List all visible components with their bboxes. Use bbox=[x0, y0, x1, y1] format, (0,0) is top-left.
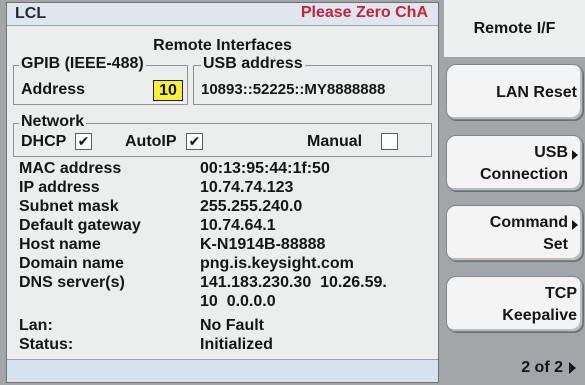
command-set-button[interactable]: Command Set bbox=[446, 205, 583, 261]
detail-value: 255.255.240.0 bbox=[200, 198, 303, 215]
submenu-arrow-icon bbox=[572, 220, 578, 230]
usb-legend: USB address bbox=[201, 55, 305, 72]
tcp-keepalive-button[interactable]: TCP Keepalive bbox=[446, 276, 583, 332]
gpib-legend: GPIB (IEEE-488) bbox=[19, 55, 146, 72]
gpib-address-field[interactable]: 10 bbox=[153, 80, 183, 101]
detail-label: MAC address bbox=[19, 160, 122, 177]
detail-label: Default gateway bbox=[19, 217, 141, 234]
detail-value: 10 0.0.0.0 bbox=[200, 293, 276, 310]
detail-value: png.is.keysight.com bbox=[200, 255, 354, 272]
autoip-label: AutoIP bbox=[125, 133, 177, 150]
manual-label: Manual bbox=[307, 133, 363, 150]
softkey-menu-title: Remote I/F bbox=[444, 0, 585, 57]
detail-label: DNS server(s) bbox=[19, 274, 125, 291]
detail-value: Initialized bbox=[200, 336, 273, 353]
tcp-keepalive-label-1: TCP bbox=[545, 285, 577, 302]
detail-value: No Fault bbox=[200, 317, 264, 334]
detail-label: IP address bbox=[19, 179, 100, 196]
detail-value: 10.74.74.123 bbox=[200, 179, 294, 196]
detail-value: 10.74.64.1 bbox=[200, 217, 276, 234]
status-bar: LCL Please Zero ChA bbox=[7, 3, 438, 26]
detail-value: 00:13:95:44:1f:50 bbox=[200, 160, 330, 177]
usb-connection-label-2: Connection bbox=[480, 166, 568, 183]
local-mode-indicator: LCL bbox=[15, 5, 47, 22]
softkey-panel: Remote I/F LAN Reset USB Connection Comm… bbox=[444, 0, 585, 385]
command-set-label-1: Command bbox=[489, 214, 568, 231]
next-page-arrow-icon[interactable] bbox=[569, 362, 576, 374]
status-message: Please Zero ChA bbox=[300, 4, 428, 21]
autoip-checkbox[interactable]: ✔ bbox=[186, 133, 203, 150]
detail-value: 141.183.230.30 10.26.59. bbox=[200, 274, 387, 291]
submenu-arrow-icon bbox=[572, 150, 578, 160]
usb-connection-button[interactable]: USB Connection bbox=[446, 135, 583, 191]
lan-reset-button[interactable]: LAN Reset bbox=[446, 64, 583, 120]
dhcp-checkbox[interactable]: ✔ bbox=[75, 133, 92, 150]
command-set-label-2: Set bbox=[543, 236, 568, 253]
dhcp-label: DHCP bbox=[21, 133, 67, 150]
bottom-status-bar bbox=[7, 359, 438, 382]
usb-address-value: 10893::52225::MY8888888 bbox=[201, 81, 386, 98]
gpib-address-label: Address bbox=[21, 81, 86, 98]
remote-interfaces-panel: LCL Please Zero ChA Remote Interfaces GP… bbox=[6, 2, 439, 383]
usb-connection-label-1: USB bbox=[534, 144, 568, 161]
detail-value: K-N1914B-88888 bbox=[200, 236, 326, 253]
page-title: Remote Interfaces bbox=[153, 37, 292, 54]
lan-reset-label: LAN Reset bbox=[496, 84, 577, 101]
detail-label: Status: bbox=[19, 336, 74, 353]
manual-checkbox[interactable] bbox=[381, 133, 398, 150]
page-indicator: 2 of 2 bbox=[521, 359, 563, 376]
network-legend: Network bbox=[19, 113, 87, 130]
detail-label: Domain name bbox=[19, 255, 124, 272]
detail-label: Subnet mask bbox=[19, 198, 119, 215]
detail-label: Host name bbox=[19, 236, 101, 253]
detail-label: Lan: bbox=[19, 317, 53, 334]
tcp-keepalive-label-2: Keepalive bbox=[502, 307, 577, 324]
